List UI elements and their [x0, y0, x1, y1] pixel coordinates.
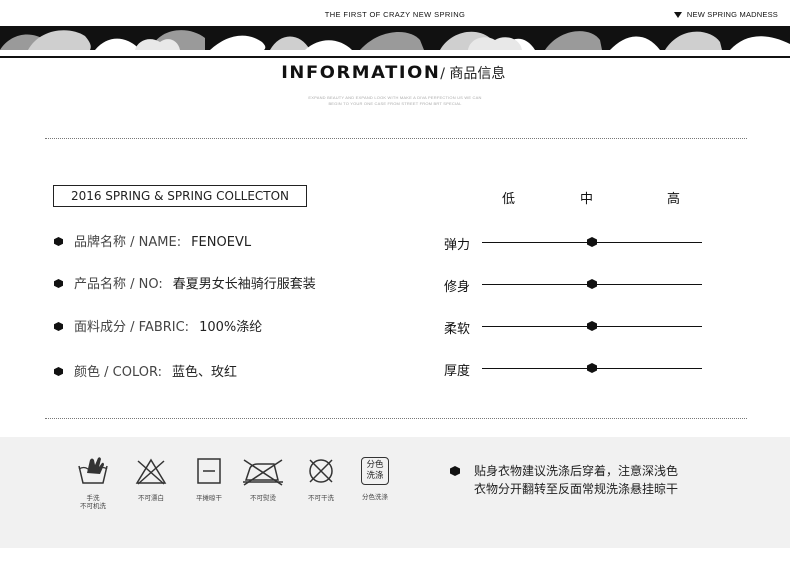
- rating-marker: [587, 279, 597, 289]
- attribute-label: 颜色 / COLOR:: [74, 365, 162, 380]
- rating-row: 柔软: [444, 318, 706, 337]
- rating-row: 厚度: [444, 360, 706, 379]
- care-note-line2: 衣物分开翻转至反面常规洗涤悬挂晾干: [474, 482, 679, 496]
- care-label: 平摊晾干: [196, 494, 222, 502]
- care-item-dry-flat: 平摊晾干: [182, 456, 236, 502]
- care-label: 不可漂白: [138, 494, 164, 502]
- no-dry-clean-icon: [309, 459, 333, 483]
- care-item-no-bleach: 不可漂白: [124, 456, 178, 502]
- section-subtitle: EXPAND BEAUTY AND EXPAND LOOK WITH MAKE …: [0, 95, 790, 107]
- section-title: INFORMATION/ 商品信息: [0, 63, 790, 83]
- header-right-label: NEW SPRING MADNESS: [686, 10, 778, 19]
- attribute-value: 春夏男女长袖骑行服套装: [172, 277, 316, 292]
- no-iron-icon: [243, 459, 283, 486]
- rating-marker: [587, 237, 597, 247]
- wash-separately-icon: 分色 洗涤: [361, 457, 389, 485]
- scale-level-high: 高: [667, 192, 681, 207]
- caret-down-icon: [673, 12, 682, 18]
- rating-name: 弹力: [444, 238, 471, 253]
- rating-name: 柔软: [444, 322, 471, 337]
- hexagon-bullet-icon: [54, 367, 63, 376]
- care-note: 贴身衣物建议洗涤后穿着，注意深浅色 衣物分开翻转至反面常规洗涤悬挂晾干: [450, 462, 678, 498]
- care-item-wash-separately: 分色 洗涤 分色洗涤: [348, 456, 402, 501]
- hand-wash-icon: [78, 457, 108, 484]
- care-item-hand-wash: 手洗 不可机洗: [66, 456, 120, 510]
- attribute-label: 面料成分 / FABRIC:: [74, 320, 190, 335]
- attribute-name: 品牌名称 / NAME: FENOEVL: [54, 231, 251, 250]
- attribute-value: FENOEVL: [191, 235, 252, 250]
- no-bleach-icon: [135, 458, 167, 485]
- rating-marker: [587, 321, 597, 331]
- attribute-color: 颜色 / COLOR: 蓝色、玫红: [54, 361, 237, 380]
- section-title-cn: / 商品信息: [440, 66, 506, 82]
- care-note-line1: 贴身衣物建议洗涤后穿着，注意深浅色: [474, 464, 679, 478]
- rating-marker: [587, 363, 597, 373]
- rating-row: 弹力: [444, 234, 706, 253]
- hexagon-bullet-icon: [450, 466, 460, 476]
- camo-pattern-icon: [0, 26, 790, 50]
- hexagon-bullet-icon: [54, 322, 63, 331]
- care-label: 不可干洗: [308, 494, 334, 502]
- scale-level-mid: 中: [580, 192, 594, 207]
- attribute-no: 产品名称 / NO: 春夏男女长袖骑行服套装: [54, 273, 316, 292]
- care-item-no-dry-clean: 不可干洗: [294, 456, 348, 502]
- header-right-link[interactable]: NEW SPRING MADNESS: [673, 10, 778, 19]
- rating-name: 修身: [444, 280, 471, 295]
- attribute-fabric: 面料成分 / FABRIC: 100%涤纶: [54, 316, 262, 335]
- pattern-banner: [0, 26, 790, 50]
- series-label: 2016 SPRING & SPRING COLLECTON: [53, 185, 307, 207]
- section-title-en: INFORMATION: [280, 63, 440, 83]
- scale-level-low: 低: [502, 192, 516, 207]
- care-label: 不可熨烫: [250, 494, 276, 502]
- care-item-no-iron: 不可熨烫: [236, 456, 290, 502]
- rating-name: 厚度: [444, 364, 471, 379]
- banner-rule: [0, 56, 790, 58]
- top-bar: THE FIRST OF CRAZY NEW SPRING NEW SPRING…: [0, 0, 790, 28]
- attribute-label: 品牌名称 / NAME:: [74, 235, 182, 250]
- hexagon-bullet-icon: [54, 237, 63, 246]
- rating-row: 修身: [444, 276, 706, 295]
- divider-bottom: [45, 418, 747, 419]
- attribute-label: 产品名称 / NO:: [74, 277, 163, 292]
- divider-top: [45, 138, 747, 139]
- header-tagline: THE FIRST OF CRAZY NEW SPRING: [324, 10, 466, 19]
- attribute-value: 100%涤纶: [199, 320, 263, 335]
- attribute-value: 蓝色、玫红: [171, 365, 237, 380]
- hexagon-bullet-icon: [54, 279, 63, 288]
- dry-flat-icon: [197, 458, 221, 484]
- care-label: 分色洗涤: [362, 493, 388, 501]
- section-subtitle-line2: BEGIN TO YOUR ONE CASE FROM STREET FROM …: [328, 101, 462, 106]
- care-panel: 手洗 不可机洗 不可漂白 平摊晾干 不可熨烫 不可干洗 分色 洗涤 分色洗涤 贴…: [0, 437, 790, 548]
- care-label: 手洗 不可机洗: [80, 494, 106, 510]
